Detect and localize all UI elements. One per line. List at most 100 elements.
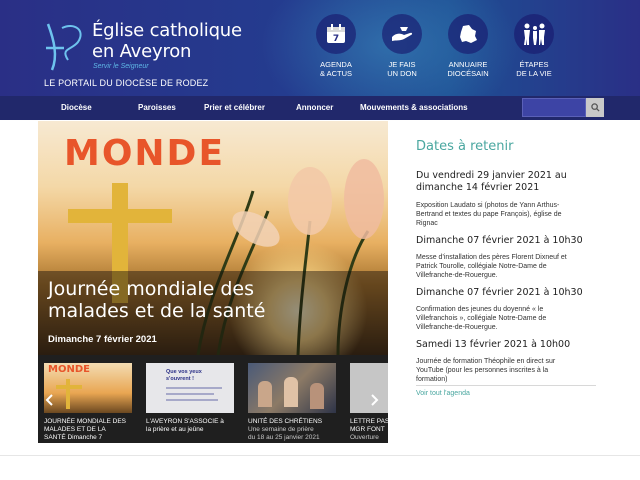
event-date-line: dimanche 14 février 2021 — [416, 182, 540, 193]
event-description-line: Villefranche-de-Rouergue. — [416, 324, 498, 331]
card-caption: L'AVEYRON S'ASSOCIE à la prière et au je… — [146, 418, 236, 434]
header-nav-label-line2: & ACTUS — [319, 69, 353, 78]
card-caption-line: LETTRE PAS — [350, 418, 388, 425]
card-caption-line: MGR FONT — [350, 426, 385, 433]
directory-icon-circle — [448, 14, 488, 54]
event-description: Journée de formation Théophile en direct… — [416, 357, 601, 384]
thumb-line — [166, 399, 218, 401]
event-description-line: Patrick Tourolle, collégiale Notre-Dame … — [416, 263, 547, 270]
thumb-cross-vertical — [66, 379, 70, 409]
site-tagline: Servir le Seigneur — [93, 63, 149, 70]
header-nav-donate[interactable]: JE FAIS UN DON — [372, 14, 432, 78]
giving-hand-icon — [392, 27, 413, 41]
menu-item-pray[interactable]: Prier et célébrer — [204, 103, 265, 112]
card-caption-line: du 18 au 25 janvier 2021 — [248, 434, 320, 441]
carousel-card[interactable]: MONDE JOURNÉE MONDIALE DES MALADES ET DE… — [44, 363, 134, 442]
hero-title[interactable]: Journée mondiale des malades et de la sa… — [48, 278, 378, 322]
card-caption-line: SANTÉ Dimanche 7 — [44, 434, 103, 441]
calendar-icon: 7 — [327, 24, 345, 44]
map-icon — [460, 25, 477, 43]
news-carousel: MONDE JOURNÉE MONDIALE DES MALADES ET DE… — [38, 355, 388, 443]
event-description: Exposition Laudato si (photos de Yann Ar… — [416, 201, 601, 228]
event-description: Confirmation des jeunes du doyenné « le … — [416, 305, 601, 332]
thumb-word: MONDE — [48, 364, 90, 375]
event-date-line: Du vendredi 29 janvier 2021 au — [416, 170, 567, 181]
thumb-person — [310, 383, 324, 409]
event-description-line: Bertrand et textes du pape François), ég… — [416, 211, 562, 218]
hero-date: Dimanche 7 février 2021 — [48, 334, 157, 345]
hero-title-line1: Journée mondiale des — [48, 278, 255, 300]
event-description-line: Confirmation des jeunes du doyenné « le — [416, 306, 544, 313]
card-caption-line: UNITÉ DES CHRÉTIENS — [248, 418, 323, 425]
menu-item-announce[interactable]: Annoncer — [296, 103, 333, 112]
calendar-day: 7 — [333, 34, 339, 44]
site-title-line1: Église catholique — [92, 20, 242, 41]
carousel-card[interactable]: UNITÉ DES CHRÉTIENS Une semaine de prièr… — [248, 363, 338, 442]
header-nav-label-line1: AGENDA — [320, 60, 352, 69]
menu-item-parishes[interactable]: Paroisses — [138, 103, 176, 112]
card-caption: JOURNÉE MONDIALE DES MALADES ET DE LA SA… — [44, 418, 134, 442]
carousel-next-button[interactable] — [371, 393, 379, 409]
card-caption-line: Ouverture — [350, 434, 379, 441]
thumb-line — [166, 387, 222, 389]
dates-title: Dates à retenir — [416, 139, 514, 154]
header-nav-label-line2: DIOCÉSAIN — [447, 69, 489, 78]
life-stages-icon-circle — [514, 14, 554, 54]
search-icon — [590, 103, 600, 112]
search-button[interactable] — [586, 98, 604, 117]
event-description-line: YouTube (pour les personnes inscrites à … — [416, 367, 549, 374]
thumb-person — [258, 381, 272, 407]
header-nav-label: ÉTAPES DE LA VIE — [504, 60, 564, 78]
diocese-logo-icon[interactable] — [44, 20, 88, 72]
donate-icon-circle — [382, 14, 422, 54]
header-nav-label-line2: DE LA VIE — [516, 69, 552, 78]
carousel-prev-button[interactable] — [45, 393, 53, 409]
chevron-left-icon — [45, 394, 53, 406]
event-date[interactable]: Samedi 13 février 2021 à 10h00 — [416, 339, 606, 351]
card-caption-line: L'AVEYRON S'ASSOCIE à — [146, 418, 224, 425]
header-nav-label-line2: UN DON — [387, 69, 417, 78]
event-description-line: Journée de formation Théophile en direct… — [416, 358, 556, 365]
card-caption: LETTRE PAS MGR FONT Ouverture — [350, 418, 388, 442]
agenda-icon-circle: 7 — [316, 14, 356, 54]
event-date[interactable]: Dimanche 07 février 2021 à 10h30 — [416, 287, 606, 299]
see-all-agenda-link[interactable]: Voir tout l'agenda — [416, 390, 470, 397]
thumb-cross-horizontal — [56, 385, 82, 389]
thumb-person — [284, 377, 298, 407]
card-caption-line: MALADES ET DE LA — [44, 426, 106, 433]
chevron-right-icon — [371, 394, 379, 406]
menu-item-associations[interactable]: Mouvements & associations — [360, 103, 468, 112]
header-nav-label: JE FAIS UN DON — [372, 60, 432, 78]
header-nav-label: AGENDA & ACTUS — [306, 60, 366, 78]
header-nav-directory[interactable]: ANNUAIRE DIOCÉSAIN — [438, 14, 498, 78]
footer-divider — [0, 455, 640, 456]
thumb-word: Que vos yeux s'ouvrent ! — [166, 369, 202, 382]
header-nav-agenda[interactable]: 7 AGENDA & ACTUS — [306, 14, 366, 78]
thumb-line — [166, 393, 214, 395]
site-title[interactable]: Église catholique en Aveyron — [92, 20, 242, 62]
search-input[interactable] — [522, 98, 586, 117]
header-nav-life-stages[interactable]: ÉTAPES DE LA VIE — [504, 14, 564, 78]
carousel-card[interactable]: Que vos yeux s'ouvrent ! L'AVEYRON S'ASS… — [146, 363, 236, 434]
event-description-line: Exposition Laudato si (photos de Yann Ar… — [416, 202, 560, 209]
header-nav-label: ANNUAIRE DIOCÉSAIN — [438, 60, 498, 78]
header-nav-label-line1: ANNUAIRE — [448, 60, 488, 69]
hero-title-line2: malades et de la santé — [48, 300, 266, 322]
card-caption-line: Une semaine de prière — [248, 426, 314, 433]
hero-banner[interactable]: MONDE Journée mondiale des malades et de… — [38, 121, 388, 355]
menu-item-diocese[interactable]: Diocèse — [61, 103, 92, 112]
card-thumbnail: MONDE — [44, 363, 132, 413]
family-icon — [524, 23, 545, 45]
event-date[interactable]: Du vendredi 29 janvier 2021 au dimanche … — [416, 170, 606, 194]
card-caption-line: la prière et au jeûne — [146, 426, 204, 433]
carousel-card[interactable]: LETTRE PAS MGR FONT Ouverture — [350, 363, 388, 442]
event-description-line: Villefranchois », collégiale Notre-Dame … — [416, 315, 547, 322]
header-nav-label-line1: ÉTAPES — [519, 60, 549, 69]
site-header: Église catholique en Aveyron Servir le S… — [0, 0, 640, 96]
card-thumbnail — [350, 363, 388, 413]
event-description: Messe d'installation des pères Florent D… — [416, 253, 601, 280]
page: Église catholique en Aveyron Servir le S… — [0, 0, 640, 480]
card-caption: UNITÉ DES CHRÉTIENS Une semaine de prièr… — [248, 418, 338, 442]
event-description-line: Messe d'installation des pères Florent D… — [416, 254, 567, 261]
event-date[interactable]: Dimanche 07 février 2021 à 10h30 — [416, 235, 606, 247]
